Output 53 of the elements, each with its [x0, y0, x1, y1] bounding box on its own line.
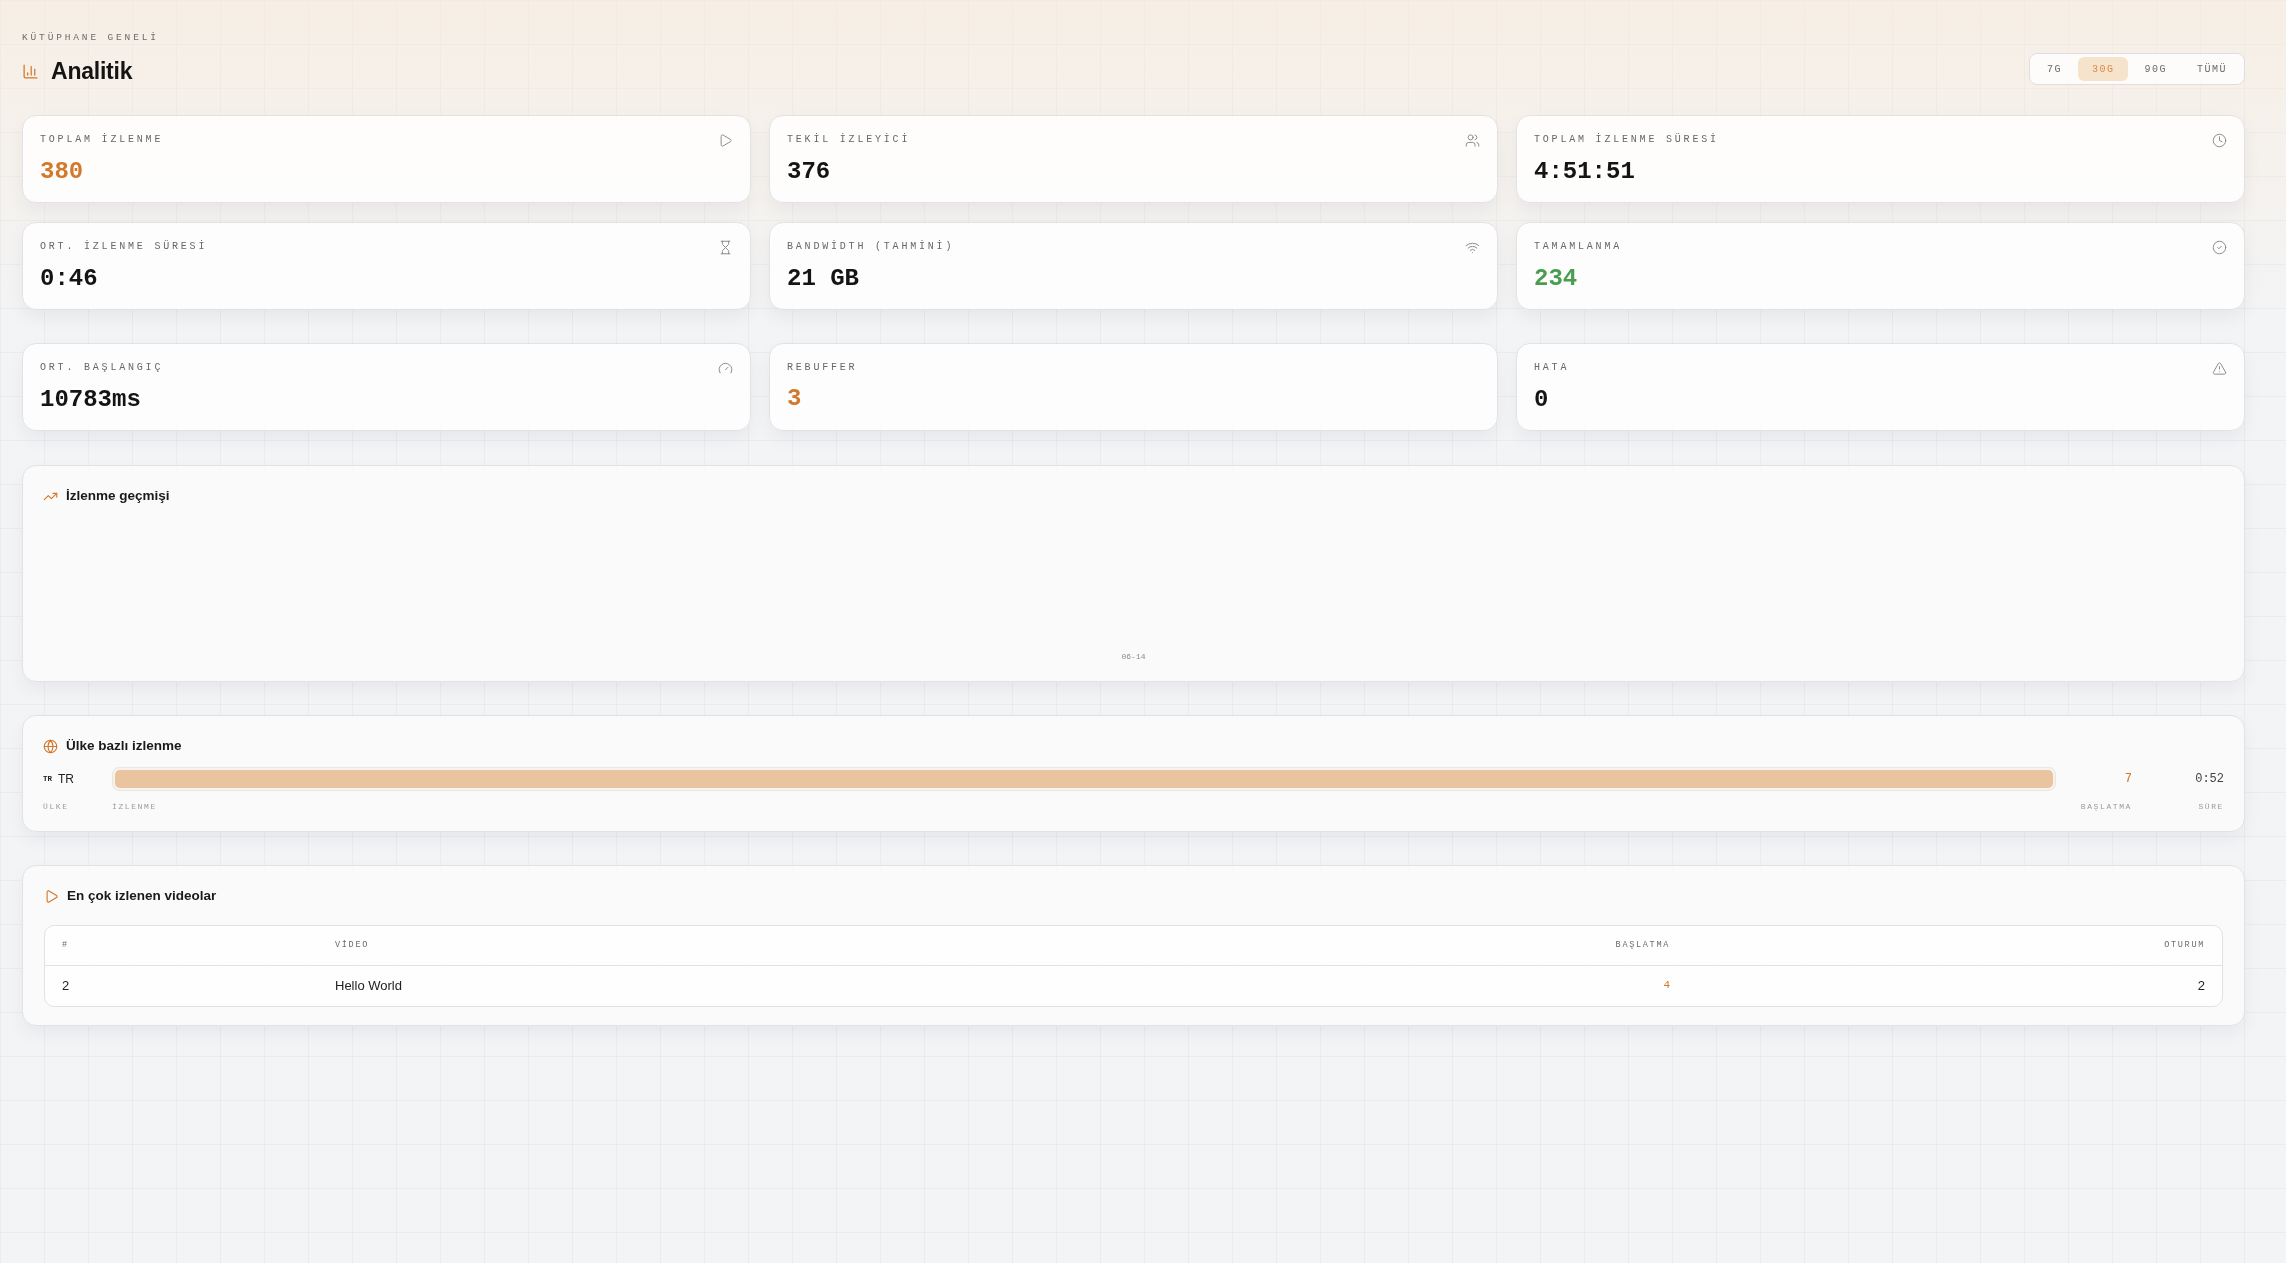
metric-label: REBUFFER	[787, 361, 858, 375]
column-label: SÜRE	[2197, 801, 2224, 814]
check-circle-icon	[2212, 240, 2227, 255]
starts-count: 7	[2123, 771, 2132, 789]
page-eyebrow: KÜTÜPHANE GENELİ	[22, 32, 159, 44]
range-tab[interactable]: 7G	[2032, 57, 2076, 81]
clock-icon	[2212, 133, 2227, 148]
column-header: BAŞLATMA	[1614, 938, 1670, 952]
globe-icon	[43, 738, 58, 754]
gauge-icon	[718, 361, 733, 376]
warning-icon	[2212, 361, 2227, 376]
play-icon	[44, 888, 59, 904]
metric-value: 10783ms	[40, 386, 141, 414]
watch-duration: 0:52	[2194, 771, 2224, 789]
column-label: BAŞLATMA	[2079, 801, 2132, 814]
play-icon	[718, 133, 733, 148]
column-header: VİDEO	[335, 938, 370, 952]
metric-value: 21 GB	[787, 265, 859, 293]
axis-label: 06-14	[1121, 651, 1146, 663]
table-cell-text: 2	[62, 976, 71, 995]
range-tab[interactable]: 90G	[2130, 57, 2181, 81]
column-label: İZLENME	[112, 801, 158, 814]
metric-label: HATA	[1534, 361, 1570, 375]
column-header: OTURUM	[2163, 938, 2205, 952]
metric-label: TEKİL İZLEYİCİ	[787, 133, 911, 147]
panel-title: İzlenme geçmişi	[66, 487, 170, 505]
hourglass-icon	[718, 240, 733, 255]
panel-title: Ülke bazlı izlenme	[66, 737, 182, 755]
metric-value: 376	[787, 158, 831, 186]
range-tab[interactable]: TÜMÜ	[2183, 57, 2241, 81]
panel-title: En çok izlenen videolar	[67, 887, 217, 906]
users-icon	[1465, 133, 1480, 148]
table-cell-text: Hello World	[335, 976, 403, 995]
bar-chart-icon	[22, 62, 39, 80]
page-title: Analitik	[51, 57, 133, 86]
metric-label: BANDWİDTH (TAHMİNİ)	[787, 240, 955, 254]
metric-value: 234	[1534, 265, 1578, 293]
metric-label: ORT. BAŞLANGIÇ	[40, 361, 164, 375]
metric-value: 0	[1534, 386, 1549, 414]
metric-label: TOPLAM İZLENME SÜRESİ	[1534, 133, 1719, 147]
metric-value: 380	[40, 158, 84, 186]
column-label: ÜLKE	[43, 801, 70, 814]
metric-value: 4:51:51	[1534, 158, 1635, 186]
metric-label: ORT. İZLENME SÜRESİ	[40, 240, 208, 254]
metric-label: TAMAMLANMA	[1534, 240, 1622, 254]
metric-value: 3	[787, 385, 802, 413]
country-name: TR	[58, 771, 74, 789]
table-cell-text: 4	[1662, 978, 1670, 994]
column-header: #	[62, 938, 70, 952]
metric-value: 0:46	[40, 265, 98, 293]
table-cell-text: 2	[2196, 976, 2205, 995]
wifi-icon	[1465, 240, 1480, 255]
metric-label: TOPLAM İZLENME	[40, 133, 164, 147]
